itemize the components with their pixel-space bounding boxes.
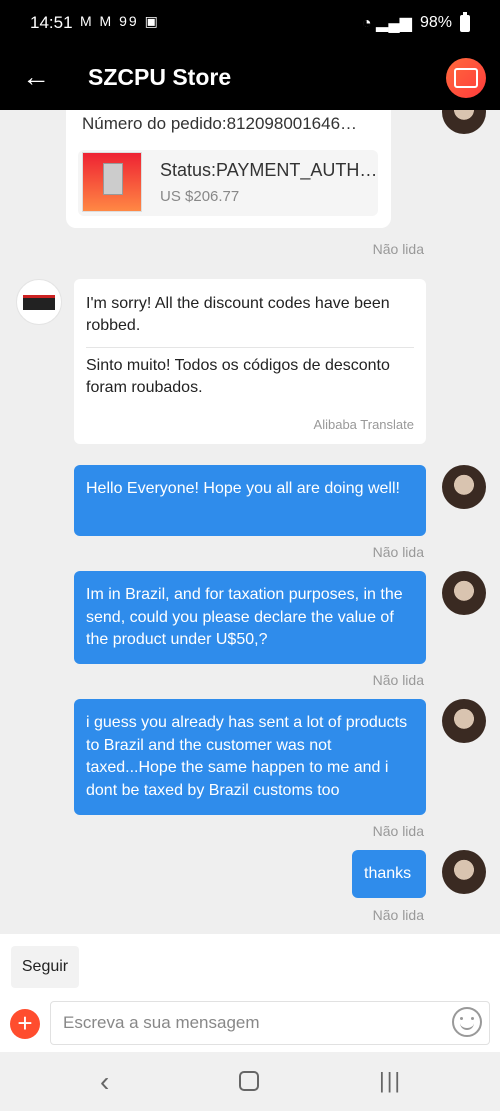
message-bubble[interactable]: Im in Brazil, and for taxation purposes,… <box>74 571 426 664</box>
nav-home-icon[interactable] <box>239 1071 259 1091</box>
read-status: Não lida <box>372 241 424 257</box>
nav-back-icon[interactable]: ‹ <box>100 1068 109 1096</box>
page-title: SZCPU Store <box>88 64 232 90</box>
app-bar: ← SZCPU Store <box>0 46 500 110</box>
message-bubble[interactable]: Hello Everyone! Hope you all are doing w… <box>74 465 426 536</box>
divider <box>86 347 414 348</box>
wifi-signal-icon: ◔ ▂▄▆ <box>361 15 412 32</box>
order-number: Número do pedido:812098001646… <box>82 114 358 133</box>
follow-button[interactable]: Seguir <box>11 946 79 988</box>
plus-icon[interactable]: + <box>10 1009 40 1039</box>
order-price: US $206.77 <box>160 188 240 205</box>
read-status: Não lida <box>372 672 424 688</box>
status-time: 14:51 <box>30 13 73 32</box>
avatar[interactable] <box>442 699 486 743</box>
store-message: I'm sorry! All the discount codes have b… <box>74 279 426 444</box>
status-right: ◔ ▂▄▆ 98% <box>361 11 470 33</box>
order-status: Status:PAYMENT_AUTH… <box>160 160 375 180</box>
order-card[interactable]: Número do pedido:812098001646… Status:PA… <box>66 110 391 228</box>
avatar[interactable] <box>442 465 486 509</box>
emoji-icon[interactable] <box>452 1007 482 1037</box>
system-nav-bar: ‹ ||| <box>0 1052 500 1111</box>
message-input[interactable] <box>50 1001 490 1045</box>
order-item[interactable]: Status:PAYMENT_AUTH… US $206.77 <box>78 150 378 216</box>
read-status: Não lida <box>372 823 424 839</box>
chat-area[interactable]: Número do pedido:812098001646… Status:PA… <box>0 110 500 934</box>
status-bar: 14:51 M M 99 ▣ ◔ ▂▄▆ 98% <box>0 0 500 46</box>
read-status: Não lida <box>372 907 424 923</box>
battery-icon <box>460 11 470 32</box>
nav-recent-icon[interactable]: ||| <box>379 1068 402 1094</box>
store-icon[interactable] <box>446 58 486 98</box>
read-status: Não lida <box>372 544 424 560</box>
avatar[interactable] <box>442 850 486 894</box>
message-translation: Sinto muito! Todos os códigos de descont… <box>86 357 390 396</box>
message-bubble[interactable]: thanks <box>352 850 426 898</box>
avatar[interactable] <box>442 571 486 615</box>
notification-icons: M M 99 ▣ <box>80 13 160 29</box>
compose-area: Seguir + <box>0 934 500 1052</box>
back-arrow-icon[interactable]: ← <box>22 62 50 92</box>
avatar[interactable] <box>442 110 486 134</box>
message-bubble[interactable]: i guess you already has sent a lot of pr… <box>74 699 426 815</box>
translator-label: Alibaba Translate <box>313 417 414 432</box>
battery-level: 98% <box>419 14 452 31</box>
product-thumbnail <box>82 152 142 212</box>
message-original: I'm sorry! All the discount codes have b… <box>86 295 390 334</box>
store-avatar[interactable] <box>16 279 62 325</box>
